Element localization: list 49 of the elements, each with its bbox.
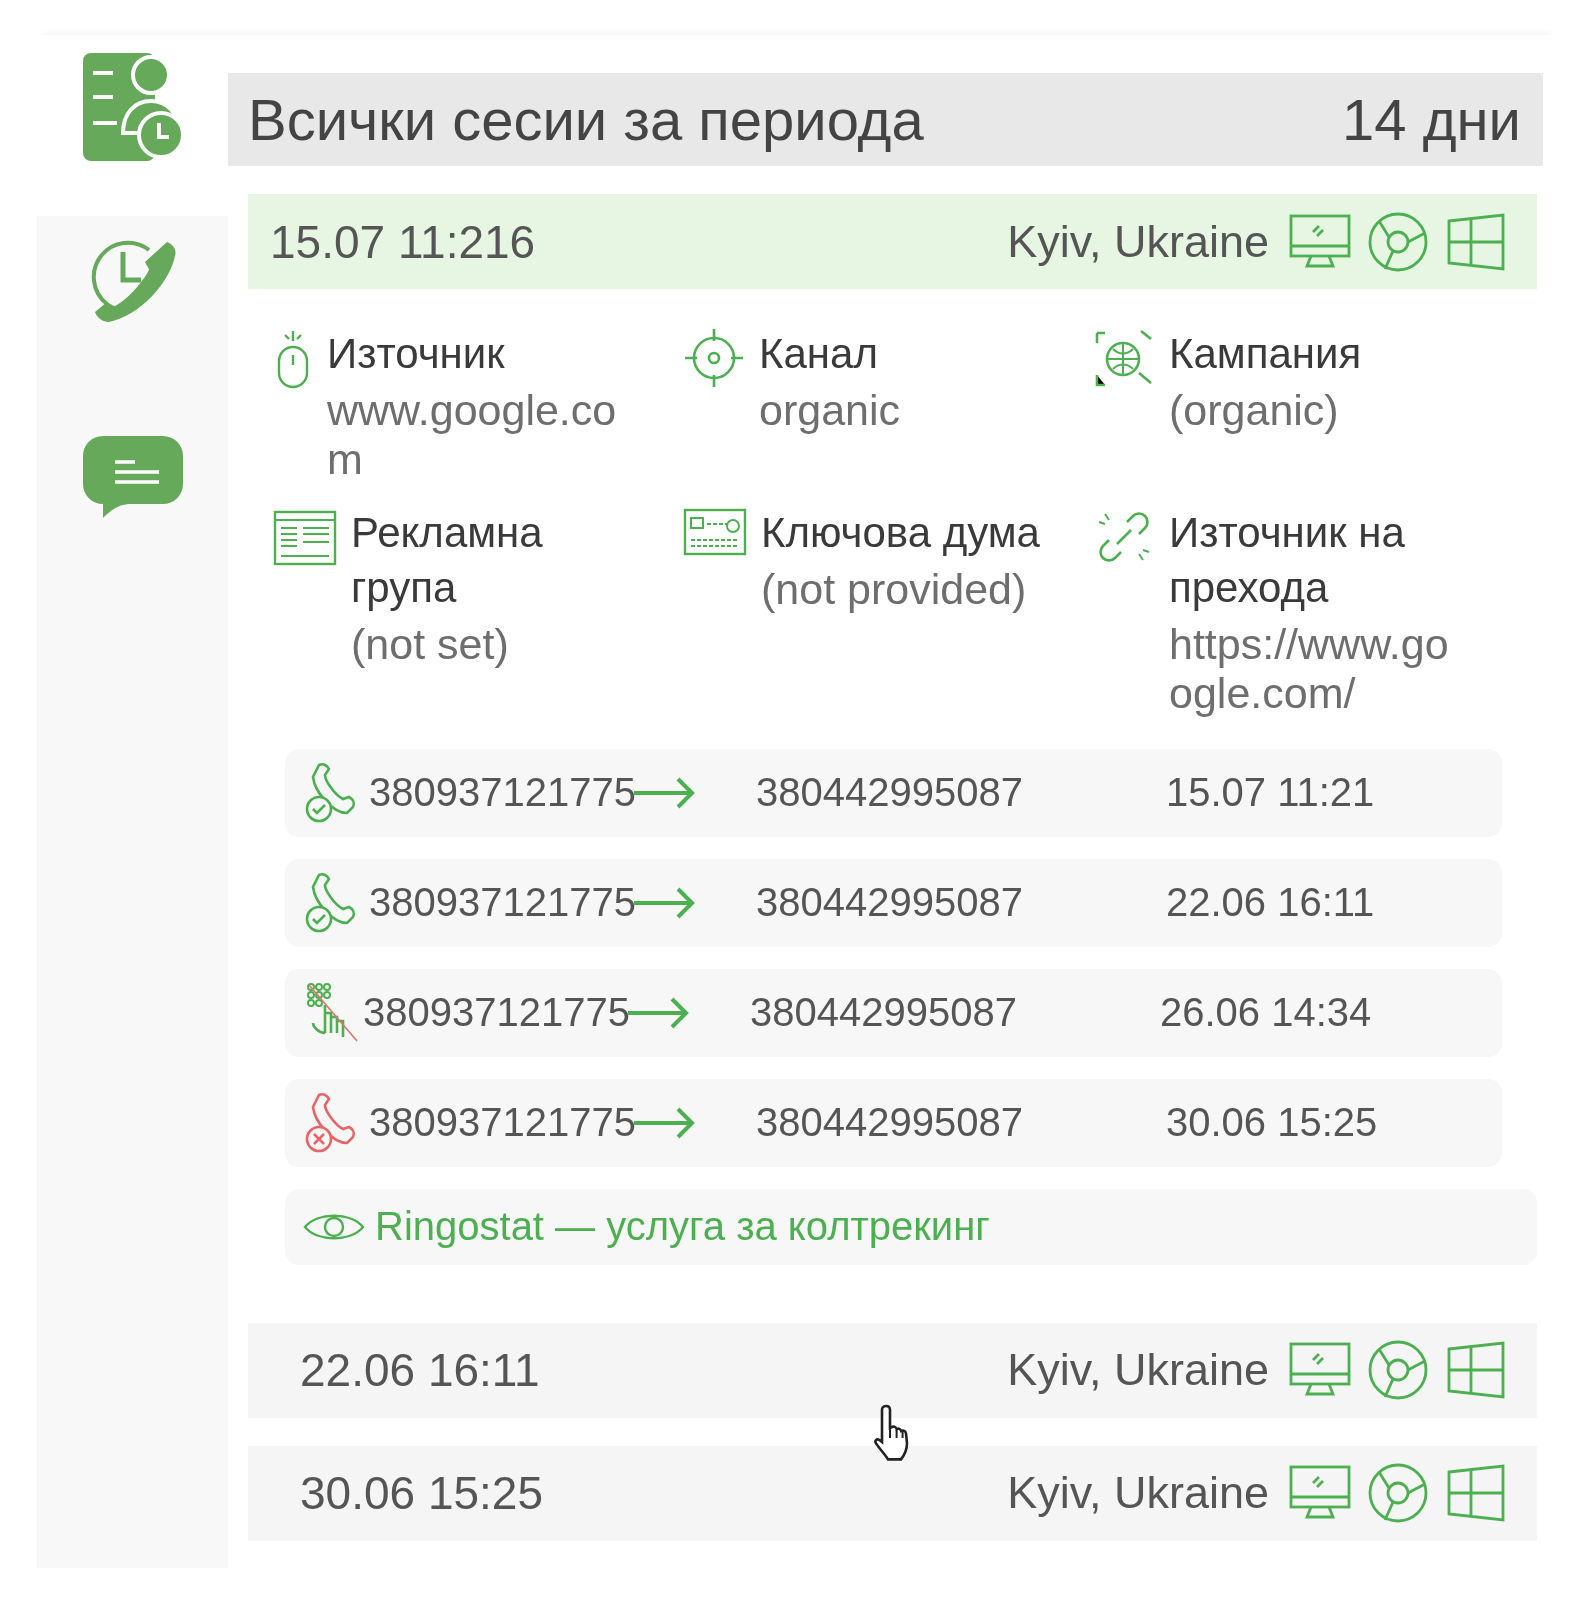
call-row[interactable]: 380937121775 380442995087 26.06 14:34 bbox=[285, 968, 1502, 1057]
detail-value: (organic) bbox=[1169, 385, 1340, 436]
arrow-right-icon bbox=[633, 1105, 696, 1140]
browser-icon bbox=[1367, 210, 1429, 273]
detail-value: organic bbox=[759, 385, 902, 436]
arrow-right-icon bbox=[627, 995, 690, 1030]
called-number: 380442995087 bbox=[755, 1100, 1024, 1146]
call-datetime: 30.06 15:25 bbox=[1165, 1100, 1378, 1146]
call-row[interactable]: 380937121775 380442995087 15.07 11:21 bbox=[285, 748, 1502, 837]
session-datetime: 22.06 16:11 bbox=[300, 1343, 541, 1398]
session-location: Kyiv, Ukraine bbox=[1007, 1344, 1269, 1397]
session-location: Kyiv, Ukraine bbox=[1007, 1467, 1269, 1520]
call-row[interactable]: 380937121775 380442995087 30.06 15:25 bbox=[285, 1078, 1502, 1167]
session-datetime: 15.07 11:216 bbox=[270, 214, 537, 269]
call-datetime: 15.07 11:21 bbox=[1165, 770, 1375, 816]
caller-number: 380937121775 bbox=[369, 770, 636, 816]
arrow-right-icon bbox=[633, 885, 696, 920]
page-title: Всички сесии за периода bbox=[248, 86, 924, 153]
detail-label: Източник bbox=[327, 329, 506, 379]
detail-value: www.google.com bbox=[327, 385, 618, 485]
arrow-right-icon bbox=[633, 775, 696, 810]
browser-icon bbox=[1367, 1339, 1429, 1402]
session-bar[interactable]: 22.06 16:11 Kyiv, Ukraine bbox=[248, 1322, 1537, 1418]
called-number: 380442995087 bbox=[749, 990, 1018, 1036]
detail-label: Ключова дума bbox=[761, 508, 1041, 559]
sessions-profile-icon bbox=[82, 53, 183, 161]
detail-value: https://www.google.com/ bbox=[1169, 619, 1450, 719]
session-datetime: 30.06 15:25 bbox=[300, 1466, 544, 1521]
detail-value: (not set) bbox=[351, 619, 510, 670]
caller-number: 380937121775 bbox=[369, 1100, 636, 1146]
session-bar[interactable]: 30.06 15:25 Kyiv, Ukraine bbox=[248, 1445, 1537, 1541]
detail-value: (not provided) bbox=[761, 565, 1028, 615]
call-row[interactable]: 380937121775 380442995087 22.06 16:11 bbox=[285, 858, 1502, 947]
period-label[interactable]: 14 дни bbox=[1342, 86, 1521, 153]
detail-label: Рекламна група bbox=[351, 508, 544, 614]
called-number: 380442995087 bbox=[755, 770, 1024, 816]
session-bar[interactable]: 15.07 11:216 Kyiv, Ukraine bbox=[248, 194, 1537, 289]
caller-number: 380937121775 bbox=[369, 880, 636, 926]
sidebar-item[interactable] bbox=[37, 35, 228, 216]
session-location: Kyiv, Ukraine bbox=[1007, 215, 1269, 268]
browser-icon bbox=[1367, 1462, 1429, 1525]
detail-label: Канал bbox=[759, 329, 879, 379]
target-icon bbox=[683, 327, 745, 389]
call-datetime: 22.06 16:11 bbox=[1165, 880, 1375, 926]
caller-number: 380937121775 bbox=[363, 990, 630, 1036]
call-datetime: 26.06 14:34 bbox=[1159, 990, 1372, 1036]
detail-label: Източник на прехода bbox=[1169, 508, 1406, 614]
detail-label: Кампания bbox=[1169, 329, 1363, 379]
called-number: 380442995087 bbox=[755, 880, 1024, 926]
